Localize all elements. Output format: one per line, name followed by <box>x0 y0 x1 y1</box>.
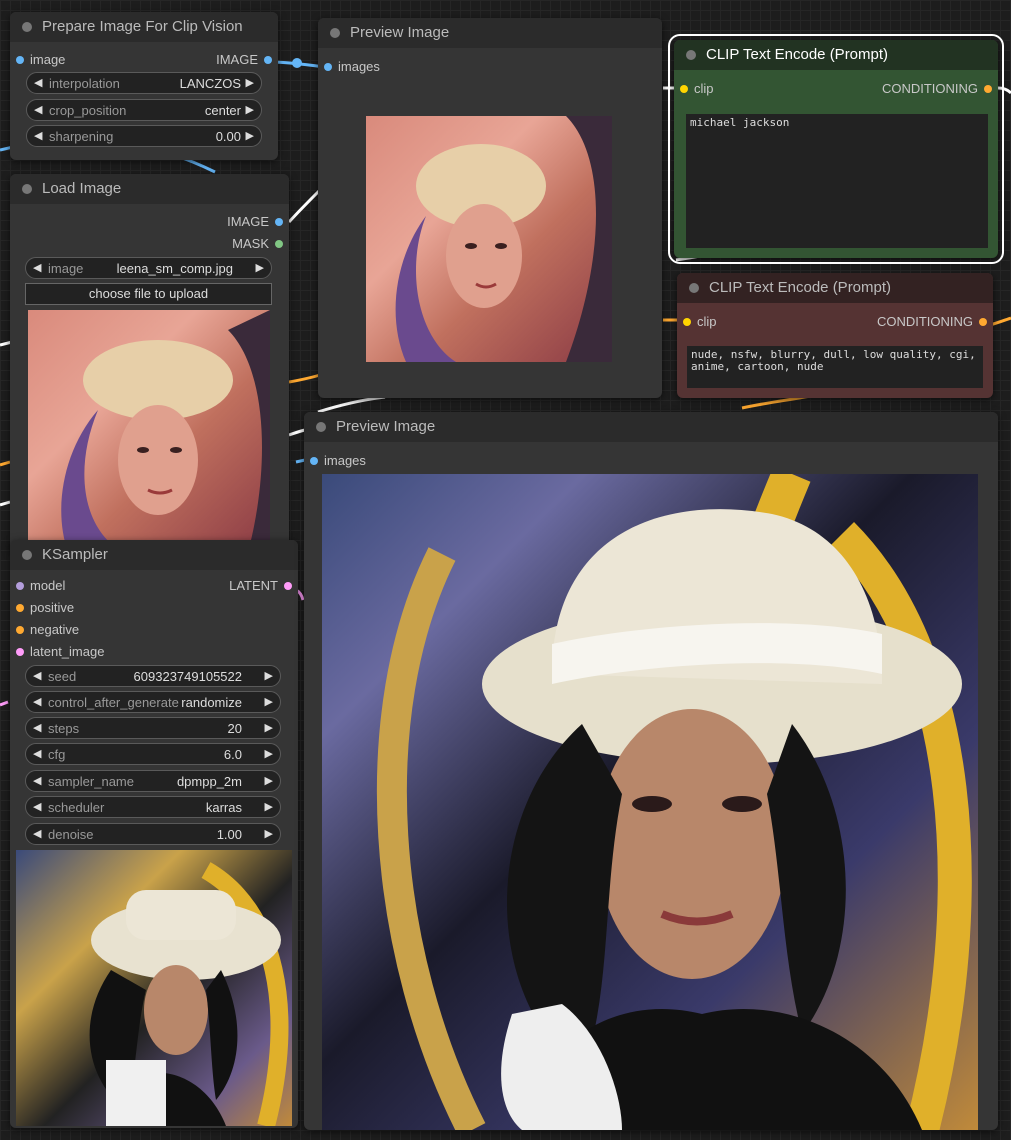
latent-pin-icon[interactable] <box>16 648 24 656</box>
arrow-right-icon[interactable]: ▶ <box>246 76 254 89</box>
preview-image-node-2[interactable]: Preview Image images <box>304 412 998 1130</box>
prompt-textarea[interactable]: michael jackson <box>686 114 988 248</box>
input-slot-images[interactable]: images <box>318 59 380 75</box>
preview-image-title[interactable]: Preview Image <box>318 18 662 48</box>
collapse-dot-icon[interactable] <box>22 550 32 560</box>
portrait-illustration <box>376 474 972 1130</box>
output-slot-conditioning[interactable]: CONDITIONING <box>877 314 993 330</box>
ksampler-preview-thumbnail <box>16 850 292 1126</box>
generated-image <box>322 474 978 1130</box>
arrow-left-icon[interactable]: ◀ <box>33 800 41 813</box>
arrow-left-icon[interactable]: ◀ <box>34 76 42 89</box>
arrow-left-icon[interactable]: ◀ <box>33 721 41 734</box>
sharpening-number[interactable]: ◀ sharpening 0.00 ▶ <box>26 125 262 147</box>
image-pin-icon[interactable] <box>324 63 332 71</box>
latent-pin-icon[interactable] <box>284 582 292 590</box>
image-pin-icon[interactable] <box>310 457 318 465</box>
portrait-illustration <box>61 310 270 552</box>
arrow-right-icon[interactable]: ▶ <box>265 774 273 787</box>
prompt-textarea[interactable]: nude, nsfw, blurry, dull, low quality, c… <box>687 346 983 388</box>
image-pin-icon[interactable] <box>264 56 272 64</box>
arrow-right-icon[interactable]: ▶ <box>246 129 254 142</box>
clip-positive-title[interactable]: CLIP Text Encode (Prompt) <box>674 40 998 70</box>
upload-button[interactable]: choose file to upload <box>25 283 272 305</box>
collapse-dot-icon[interactable] <box>22 184 32 194</box>
image-pin-icon[interactable] <box>275 218 283 226</box>
collapse-dot-icon[interactable] <box>22 22 32 32</box>
interpolation-combo[interactable]: ◀ interpolation LANCZOS ▶ <box>26 72 262 94</box>
image-pin-icon[interactable] <box>16 56 24 64</box>
input-slot-model[interactable]: model <box>10 578 65 594</box>
arrow-right-icon[interactable]: ▶ <box>265 747 273 760</box>
conditioning-pin-icon[interactable] <box>979 318 987 326</box>
portrait-illustration <box>89 862 289 1126</box>
clip-pin-icon[interactable] <box>680 85 688 93</box>
arrow-left-icon[interactable]: ◀ <box>33 827 41 840</box>
arrow-left-icon[interactable]: ◀ <box>33 774 41 787</box>
arrow-left-icon[interactable]: ◀ <box>34 129 42 142</box>
arrow-left-icon[interactable]: ◀ <box>33 261 41 274</box>
steps-number[interactable]: ◀ steps 20 ▶ <box>25 717 281 739</box>
output-slot-mask[interactable]: MASK <box>232 236 289 252</box>
arrow-right-icon[interactable]: ▶ <box>265 669 273 682</box>
input-slot-latent-image[interactable]: latent_image <box>10 644 104 660</box>
input-slot-image[interactable]: image <box>10 52 65 68</box>
clip-text-encode-negative[interactable]: CLIP Text Encode (Prompt) clip CONDITION… <box>677 273 993 398</box>
output-slot-image[interactable]: IMAGE <box>227 214 289 230</box>
scheduler-combo[interactable]: ◀ scheduler karras ▶ <box>25 796 281 818</box>
arrow-right-icon[interactable]: ▶ <box>256 261 264 274</box>
load-image-node[interactable]: Load Image IMAGE MASK ◀ image leena_sm_com… <box>10 174 289 552</box>
collapse-dot-icon[interactable] <box>686 50 696 60</box>
loaded-image-thumbnail <box>28 310 270 552</box>
preview-image-thumbnail <box>366 116 612 362</box>
arrow-right-icon[interactable]: ▶ <box>246 103 254 116</box>
image-file-combo[interactable]: ◀ image leena_sm_comp.jpg ▶ <box>25 257 272 279</box>
input-slot-clip[interactable]: clip <box>674 81 714 97</box>
arrow-left-icon[interactable]: ◀ <box>33 747 41 760</box>
prepare-image-title[interactable]: Prepare Image For Clip Vision <box>10 12 278 42</box>
output-slot-latent[interactable]: LATENT <box>229 578 298 594</box>
output-slot-conditioning[interactable]: CONDITIONING <box>882 81 998 97</box>
prepare-image-node[interactable]: Prepare Image For Clip Vision image IMAG… <box>10 12 278 160</box>
collapse-dot-icon[interactable] <box>330 28 340 38</box>
clip-pin-icon[interactable] <box>683 318 691 326</box>
arrow-right-icon[interactable]: ▶ <box>265 695 273 708</box>
arrow-right-icon[interactable]: ▶ <box>265 827 273 840</box>
collapse-dot-icon[interactable] <box>316 422 326 432</box>
input-slot-negative[interactable]: negative <box>10 622 79 638</box>
control-after-generate-combo[interactable]: ◀ control_after_generate randomize ▶ <box>25 691 281 713</box>
sampler-name-combo[interactable]: ◀ sampler_name dpmpp_2m ▶ <box>25 770 281 792</box>
crop-position-combo[interactable]: ◀ crop_position center ▶ <box>26 99 262 121</box>
seed-number[interactable]: ◀ seed 609323749105522 ▶ <box>25 665 281 687</box>
portrait-illustration <box>395 116 612 362</box>
ksampler-title[interactable]: KSampler <box>10 540 298 570</box>
preview-image-node-1[interactable]: Preview Image images <box>318 18 662 398</box>
model-pin-icon[interactable] <box>16 582 24 590</box>
collapse-dot-icon[interactable] <box>689 283 699 293</box>
input-slot-positive[interactable]: positive <box>10 600 74 616</box>
denoise-number[interactable]: ◀ denoise 1.00 ▶ <box>25 823 281 845</box>
mask-pin-icon[interactable] <box>275 240 283 248</box>
clip-negative-title[interactable]: CLIP Text Encode (Prompt) <box>677 273 993 303</box>
arrow-left-icon[interactable]: ◀ <box>33 695 41 708</box>
arrow-right-icon[interactable]: ▶ <box>265 800 273 813</box>
clip-text-encode-positive[interactable]: CLIP Text Encode (Prompt) clip CONDITION… <box>668 34 1004 264</box>
input-slot-clip[interactable]: clip <box>677 314 717 330</box>
cfg-number[interactable]: ◀ cfg 6.0 ▶ <box>25 743 281 765</box>
input-slot-images[interactable]: images <box>304 453 366 469</box>
ksampler-node[interactable]: KSampler model LATENT positive negative … <box>10 540 298 1128</box>
conditioning-pin-icon[interactable] <box>984 85 992 93</box>
output-slot-image[interactable]: IMAGE <box>216 52 278 68</box>
arrow-left-icon[interactable]: ◀ <box>34 103 42 116</box>
load-image-title[interactable]: Load Image <box>10 174 289 204</box>
arrow-right-icon[interactable]: ▶ <box>265 721 273 734</box>
conditioning-pin-icon[interactable] <box>16 626 24 634</box>
arrow-left-icon[interactable]: ◀ <box>33 669 41 682</box>
preview-image-title[interactable]: Preview Image <box>304 412 998 442</box>
conditioning-pin-icon[interactable] <box>16 604 24 612</box>
